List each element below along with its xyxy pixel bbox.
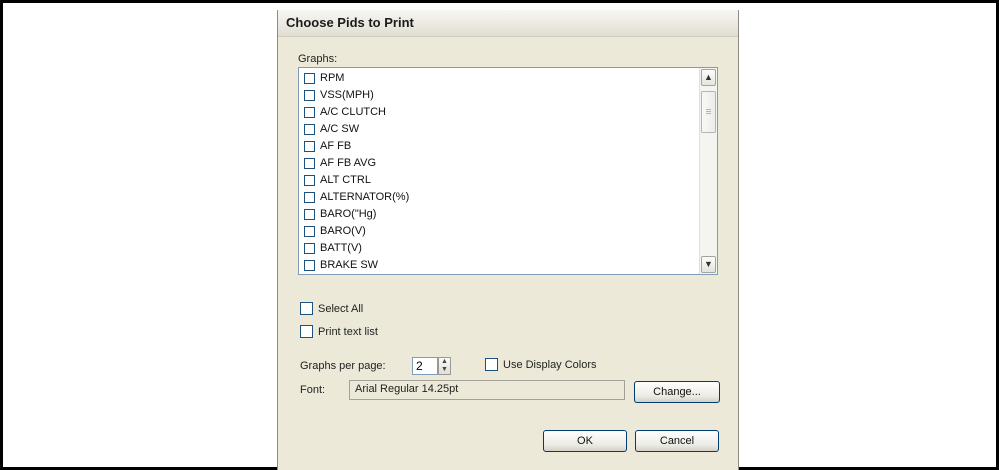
dialog-title: Choose Pids to Print — [286, 15, 414, 30]
select-all-label: Select All — [318, 302, 364, 315]
grip-line — [706, 111, 711, 112]
graphs-per-page-spinner[interactable]: ▲ ▼ — [438, 357, 451, 375]
checkbox[interactable] — [304, 208, 315, 220]
font-label: Font: — [300, 384, 326, 396]
graph-item-label: BRAKE SW — [320, 259, 379, 271]
checkbox[interactable] — [304, 174, 315, 186]
spin-up-icon[interactable]: ▲ — [441, 358, 448, 365]
graph-item-label: ALT CTRL — [320, 174, 371, 186]
graph-item-af-fb[interactable]: AF FB — [304, 138, 351, 154]
spin-down-icon[interactable]: ▼ — [441, 366, 448, 373]
graph-item-label: A/C CLUTCH — [320, 106, 387, 118]
graph-item-label: BATT(V) — [320, 242, 362, 254]
scroll-down-button[interactable]: ▼ — [701, 256, 716, 273]
graph-item-label: AF FB AVG — [320, 157, 377, 169]
graph-item-alternator[interactable]: ALTERNATOR(%) — [304, 189, 409, 205]
graph-item-label: BARO("Hg) — [320, 208, 377, 220]
graphs-per-page-label: Graphs per page: — [300, 360, 386, 372]
print-text-list-checkbox[interactable] — [300, 325, 313, 338]
graph-item-label: A/C SW — [320, 123, 360, 135]
title-bar: Choose Pids to Print — [278, 10, 738, 37]
graph-item-label: ALTERNATOR(%) — [320, 191, 410, 203]
graph-item-ac-sw[interactable]: A/C SW — [304, 121, 359, 137]
select-all-checkbox[interactable] — [300, 302, 313, 315]
graph-item-brake-sw[interactable]: BRAKE SW — [304, 257, 378, 273]
checkbox[interactable] — [304, 89, 315, 101]
chevron-up-icon: ▲ — [704, 72, 713, 82]
font-display-field: Arial Regular 14.25pt — [349, 380, 625, 400]
graph-item-ac-clutch[interactable]: A/C CLUTCH — [304, 104, 386, 120]
graph-item-label: BARO(V) — [320, 225, 366, 237]
checkbox[interactable] — [304, 191, 315, 203]
checkbox[interactable] — [304, 259, 315, 271]
ok-button[interactable]: OK — [543, 430, 627, 452]
graph-item-baro-hg[interactable]: BARO("Hg) — [304, 206, 376, 222]
grip-line — [706, 113, 711, 114]
scroll-thumb[interactable] — [701, 91, 716, 133]
use-display-colors-checkbox[interactable] — [485, 358, 498, 371]
checkbox[interactable] — [304, 123, 315, 135]
graph-item-label: AF FB — [320, 140, 352, 152]
checkbox[interactable] — [304, 157, 315, 169]
scroll-up-button[interactable]: ▲ — [701, 69, 716, 86]
use-display-colors-option[interactable]: Use Display Colors — [485, 358, 597, 371]
print-text-list-option[interactable]: Print text list — [300, 325, 378, 338]
graphs-per-page-input[interactable]: 2 — [412, 357, 438, 375]
graph-item-label: RPM — [320, 72, 345, 84]
graph-item-vss[interactable]: VSS(MPH) — [304, 87, 374, 103]
checkbox[interactable] — [304, 242, 315, 254]
graph-item-af-fb-avg[interactable]: AF FB AVG — [304, 155, 376, 171]
checkbox[interactable] — [304, 140, 315, 152]
chevron-down-icon: ▼ — [704, 259, 713, 269]
graph-item-label: VSS(MPH) — [320, 89, 374, 101]
graph-item-rpm[interactable]: RPM — [304, 70, 344, 86]
change-font-button[interactable]: Change... — [634, 381, 720, 403]
graph-item-alt-ctrl[interactable]: ALT CTRL — [304, 172, 371, 188]
select-all-option[interactable]: Select All — [300, 302, 363, 315]
cancel-button[interactable]: Cancel — [635, 430, 719, 452]
print-text-list-label: Print text list — [318, 325, 378, 338]
vertical-scrollbar[interactable]: ▲ ▼ — [699, 68, 717, 274]
graphs-listbox[interactable]: RPM VSS(MPH) A/C CLUTCH A/C SW AF FB AF … — [298, 67, 718, 275]
choose-pids-dialog: Choose Pids to Print Graphs: RPM VSS(MPH… — [277, 10, 739, 470]
use-display-colors-label: Use Display Colors — [503, 358, 597, 371]
graph-item-baro-v[interactable]: BARO(V) — [304, 223, 366, 239]
grip-line — [706, 109, 711, 110]
checkbox[interactable] — [304, 225, 315, 237]
checkbox[interactable] — [304, 106, 315, 118]
graph-item-batt[interactable]: BATT(V) — [304, 240, 362, 256]
checkbox[interactable] — [304, 72, 315, 84]
graphs-label: Graphs: — [298, 53, 338, 65]
